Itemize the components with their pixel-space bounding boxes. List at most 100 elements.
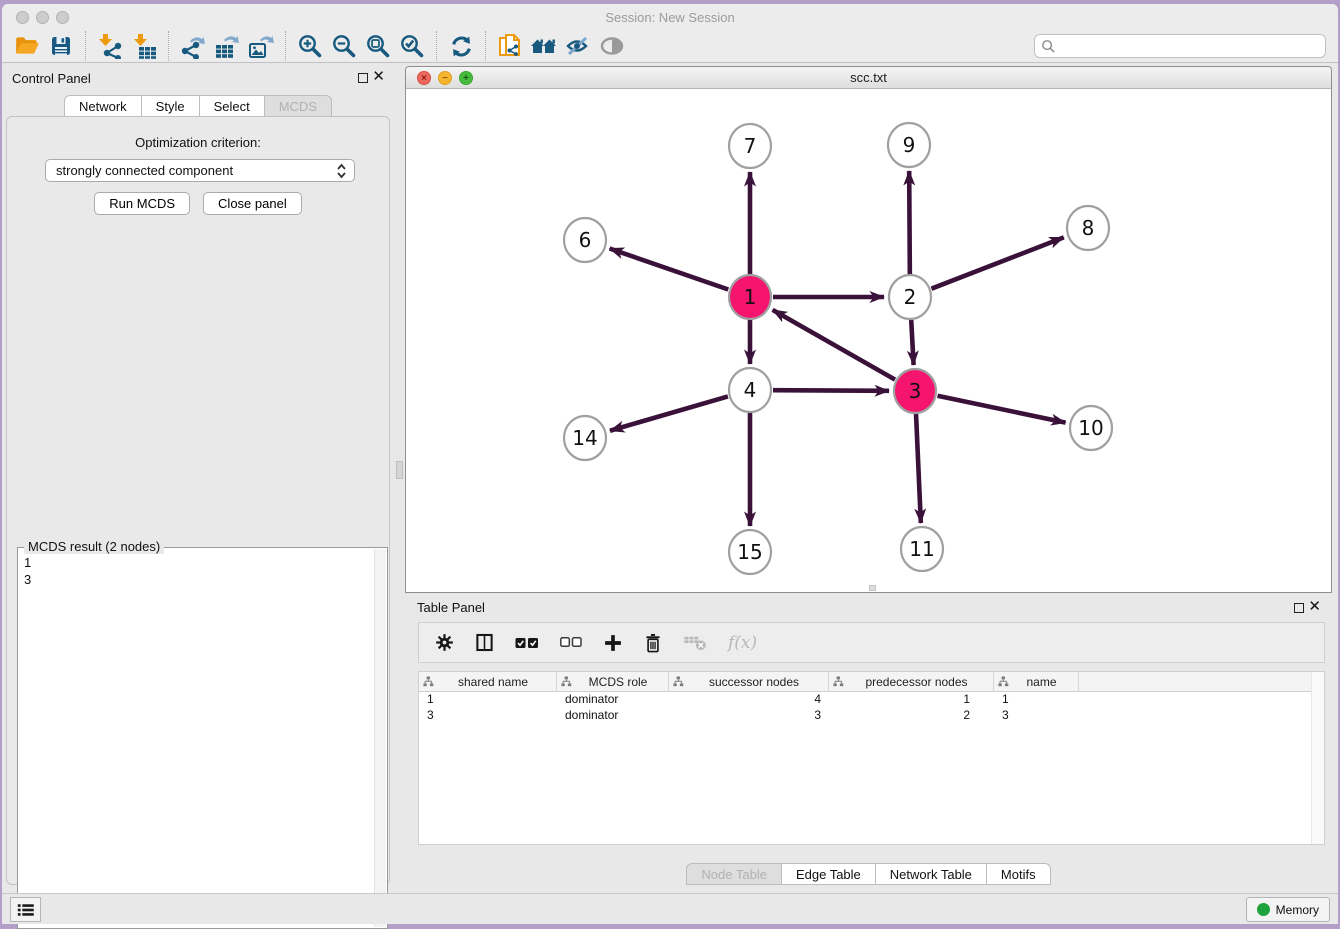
edge-1-6[interactable] [610,248,729,289]
select-all-checks-button[interactable] [515,637,539,649]
table-header-row: shared nameMCDS rolesuccessor nodesprede… [419,672,1324,692]
control-panel-title: Control Panel [12,71,91,86]
add-row-button[interactable] [603,633,623,653]
network-canvas[interactable]: 7968124314101511 [406,89,1331,592]
edge-3-10[interactable] [938,396,1066,423]
zoom-fit-button[interactable] [361,31,395,61]
close-panel-icon[interactable]: ✕ [372,68,385,86]
cell[interactable]: 3 [419,708,557,724]
float-table-panel-icon[interactable] [1294,603,1304,613]
export-image-button[interactable] [244,31,278,61]
import-table-button[interactable] [127,31,161,61]
column-header-successor-nodes[interactable]: successor nodes [669,672,829,691]
panel-splitter[interactable] [394,63,405,893]
edge-2-3[interactable] [911,320,913,365]
table-row[interactable]: 3dominator323 [419,708,1324,724]
table-row[interactable]: 1dominator411 [419,692,1324,708]
deselect-all-checks-button[interactable] [560,637,582,648]
edge-2-9[interactable] [909,171,910,274]
task-history-button[interactable] [10,897,41,922]
cell[interactable]: 1 [829,692,994,708]
delete-row-icon [644,633,662,653]
network-overview-button[interactable] [527,31,561,61]
column-header-shared-name[interactable]: shared name [419,672,557,691]
delete-row-button[interactable] [644,633,662,653]
mcds-result-box: MCDS result (2 nodes) 1 3 [17,547,388,929]
show-details-button[interactable] [595,31,629,61]
zoom-out-icon [331,33,357,59]
duplicate-network-icon [497,33,524,60]
table-toolbar: f(x) [418,622,1325,663]
search-input[interactable] [1060,39,1319,53]
cell[interactable]: 1 [419,692,557,708]
refresh-layout-button[interactable] [444,31,478,61]
edge-2-8[interactable] [931,237,1063,288]
hierarchy-icon [673,676,684,687]
export-network-button[interactable] [176,31,210,61]
tab-edge-table[interactable]: Edge Table [782,863,876,885]
network-graph[interactable]: 7968124314101511 [406,89,1331,592]
cell[interactable]: 4 [669,692,829,708]
canvas-grip[interactable] [869,585,876,591]
run-mcds-button[interactable]: Run MCDS [94,192,190,215]
node-table[interactable]: shared nameMCDS rolesuccessor nodesprede… [418,671,1325,845]
tab-network-table[interactable]: Network Table [876,863,987,885]
criterion-select[interactable]: strongly connected component [45,159,355,182]
column-header-MCDS-role[interactable]: MCDS role [557,672,669,691]
duplicate-network-button[interactable] [493,31,527,61]
zoom-selected-button[interactable] [395,31,429,61]
column-chooser-button[interactable] [475,633,494,652]
network-window: × − + scc.txt 7968124314101511 [405,66,1332,593]
node-label-15: 15 [737,540,762,564]
zoom-selected-icon [399,33,425,59]
hide-details-icon [565,34,592,58]
cell[interactable]: 1 [994,692,1079,708]
refresh-layout-icon [449,34,474,59]
edge-3-1[interactable] [773,310,895,380]
edge-4-3[interactable] [773,390,889,391]
cell[interactable]: dominator [557,708,669,724]
select-all-checks-icon [515,637,539,649]
memory-status-icon [1257,903,1270,916]
export-table-button[interactable] [210,31,244,61]
search-icon [1041,39,1056,54]
close-table-panel-icon[interactable]: ✕ [1308,598,1321,616]
search-field[interactable] [1034,34,1326,58]
tab-network[interactable]: Network [64,95,142,117]
close-panel-button[interactable]: Close panel [203,192,302,215]
column-header-name[interactable]: name [994,672,1079,691]
hide-details-button[interactable] [561,31,595,61]
mcds-result-title: MCDS result (2 nodes) [24,539,164,554]
mcds-result-list[interactable]: 1 3 [24,554,371,924]
table-body: 1dominator4113dominator323 [419,692,1324,724]
mcds-result-scrollbar[interactable] [374,549,386,927]
tab-select[interactable]: Select [200,95,265,117]
window-title: Session: New Session [2,10,1338,25]
function-builder-button[interactable]: f(x) [728,633,757,653]
delete-table-button[interactable] [683,635,707,651]
criterion-value: strongly connected component [56,163,233,178]
column-header-predecessor-nodes[interactable]: predecessor nodes [829,672,994,691]
splitter-grip[interactable] [396,461,403,479]
zoom-out-button[interactable] [327,31,361,61]
open-session-button[interactable] [10,31,44,61]
tab-mcds[interactable]: MCDS [265,95,332,117]
cell[interactable]: 3 [669,708,829,724]
edge-4-14[interactable] [610,396,728,430]
memory-button[interactable]: Memory [1246,897,1330,922]
tab-node-table[interactable]: Node Table [686,863,782,885]
float-panel-icon[interactable] [358,73,368,83]
tab-motifs[interactable]: Motifs [987,863,1051,885]
tab-style[interactable]: Style [142,95,200,117]
cell[interactable]: dominator [557,692,669,708]
table-scrollbar[interactable] [1311,672,1324,844]
cell[interactable]: 2 [829,708,994,724]
import-network-button[interactable] [93,31,127,61]
zoom-in-button[interactable] [293,31,327,61]
network-window-title: scc.txt [406,70,1331,85]
edge-3-11[interactable] [916,414,921,523]
save-session-button[interactable] [44,31,78,61]
settings-gear-button[interactable] [435,633,454,652]
settings-gear-icon [435,633,454,652]
cell[interactable]: 3 [994,708,1079,724]
